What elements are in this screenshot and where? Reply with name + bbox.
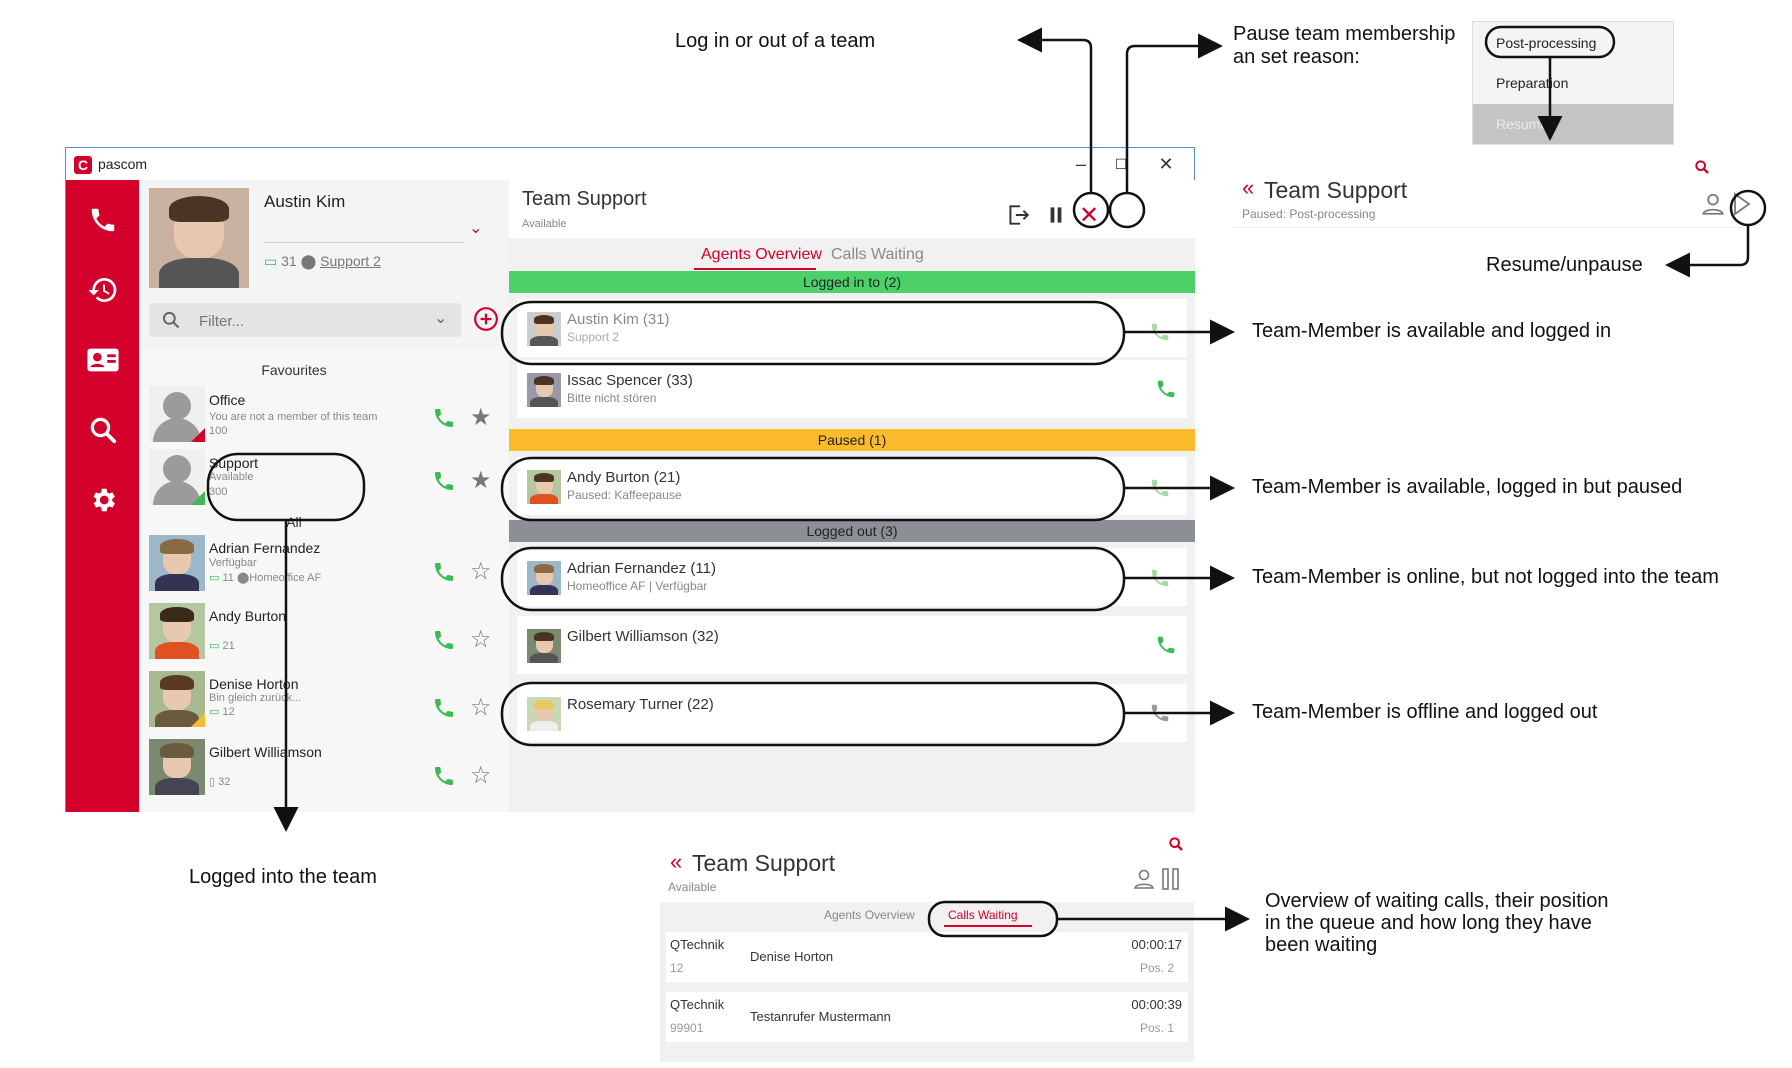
callout-oval (206, 452, 366, 522)
callout-oval (500, 546, 1126, 612)
callout-oval (500, 456, 1126, 522)
callout-circle (1729, 189, 1767, 227)
callout-oval (500, 300, 1126, 366)
callout-circle (1108, 191, 1146, 229)
callout-oval (500, 681, 1126, 747)
callout-circle (1072, 191, 1110, 229)
callout-oval (927, 900, 1059, 938)
callout-overlay (206, 25, 1767, 938)
callout-oval (1484, 25, 1616, 59)
